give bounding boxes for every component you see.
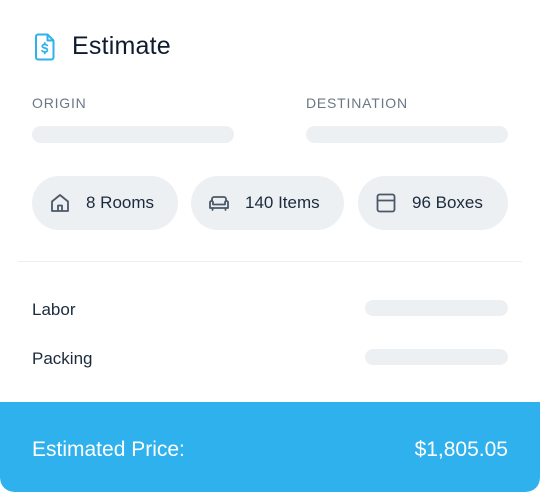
destination-label: DESTINATION: [306, 95, 408, 111]
page-title: Estimate: [72, 32, 171, 60]
estimate-card: Estimate ORIGIN DESTINATION 8 Rooms 140 …: [0, 0, 540, 492]
estimated-price-label: Estimated Price:: [32, 438, 185, 461]
sofa-icon: [207, 191, 231, 215]
estimated-price-value: $1,805.05: [414, 438, 508, 461]
card-header: Estimate: [32, 32, 171, 61]
section-divider: [18, 261, 522, 262]
boxes-chip-label: 96 Boxes: [412, 193, 483, 212]
labor-label: Labor: [32, 300, 76, 319]
origin-label: ORIGIN: [32, 95, 87, 111]
items-chip: 140 Items: [191, 176, 344, 230]
packing-label: Packing: [32, 349, 93, 368]
packing-value-placeholder: [365, 349, 508, 365]
house-icon: [48, 191, 72, 215]
origin-value-placeholder: [32, 126, 234, 143]
estimated-price-bar: Estimated Price: $1,805.05: [0, 402, 540, 492]
box-icon: [374, 191, 398, 215]
rooms-chip-label: 8 Rooms: [86, 193, 155, 212]
items-chip-label: 140 Items: [245, 193, 320, 212]
labor-value-placeholder: [365, 300, 508, 316]
boxes-chip: 96 Boxes: [358, 176, 508, 230]
invoice-dollar-icon: [32, 33, 58, 61]
destination-value-placeholder: [306, 126, 508, 143]
rooms-chip: 8 Rooms: [32, 176, 178, 230]
